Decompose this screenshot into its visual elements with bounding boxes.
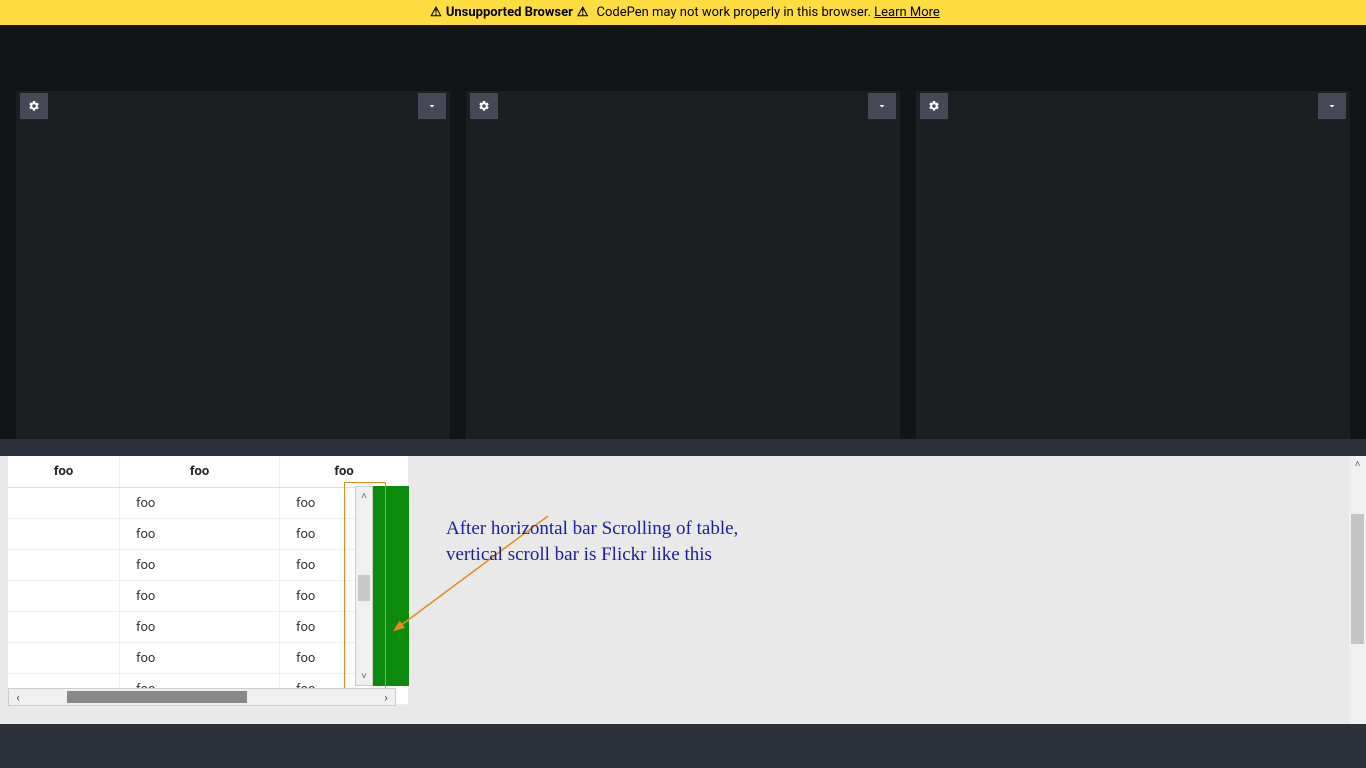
editor-body[interactable] bbox=[16, 121, 450, 439]
panel-collapse-button[interactable] bbox=[418, 93, 446, 119]
editor-panel-css bbox=[466, 91, 900, 439]
panel-collapse-button[interactable] bbox=[868, 93, 896, 119]
annotation-highlight-box bbox=[344, 482, 386, 692]
preview-pane: foo foo foo foo foo foo foo foo foo bbox=[0, 456, 1366, 724]
warning-icon: ⚠ bbox=[430, 5, 442, 20]
panel-collapse-button[interactable] bbox=[1318, 93, 1346, 119]
chevron-down-icon bbox=[1326, 100, 1338, 112]
table-cell bbox=[8, 643, 119, 674]
scroll-right-icon[interactable]: › bbox=[377, 691, 395, 704]
banner-title: Unsupported Browser bbox=[446, 5, 573, 20]
gear-icon bbox=[478, 100, 490, 112]
panel-settings-button[interactable] bbox=[920, 93, 948, 119]
table-cell: foo bbox=[120, 643, 279, 674]
unsupported-browser-banner: ⚠ Unsupported Browser ⚠ CodePen may not … bbox=[0, 0, 1366, 25]
table-cell bbox=[8, 519, 119, 550]
table-cell bbox=[8, 488, 119, 519]
table-cell: foo bbox=[120, 550, 279, 581]
gear-icon bbox=[928, 100, 940, 112]
editor-panel-js bbox=[916, 91, 1350, 439]
editor-panels bbox=[0, 91, 1366, 439]
table-header: foo bbox=[120, 456, 280, 487]
table-cell: foo bbox=[120, 612, 279, 643]
header-area bbox=[0, 25, 1366, 91]
table-cell: foo bbox=[120, 581, 279, 612]
scrollbar-thumb[interactable] bbox=[1351, 514, 1364, 644]
table-header: foo bbox=[8, 456, 120, 487]
editor-body[interactable] bbox=[466, 121, 900, 439]
annotation-text: After horizontal bar Scrolling of table,… bbox=[446, 516, 866, 567]
warning-icon: ⚠ bbox=[577, 5, 589, 20]
table-cell bbox=[8, 550, 119, 581]
panel-settings-button[interactable] bbox=[470, 93, 498, 119]
table-cell: foo bbox=[120, 519, 279, 550]
footer-bar bbox=[0, 724, 1366, 768]
chevron-down-icon bbox=[426, 100, 438, 112]
preview-vertical-scrollbar[interactable]: ˄ bbox=[1349, 456, 1366, 724]
horizontal-resize-handle[interactable] bbox=[0, 439, 1366, 456]
banner-message: CodePen may not work properly in this br… bbox=[597, 5, 940, 20]
learn-more-link[interactable]: Learn More bbox=[874, 5, 940, 20]
gear-icon bbox=[28, 100, 40, 112]
chevron-down-icon bbox=[876, 100, 888, 112]
scroll-up-icon[interactable]: ˄ bbox=[1349, 456, 1366, 473]
scrollbar-thumb[interactable] bbox=[67, 691, 247, 703]
table-cell: foo bbox=[120, 488, 279, 519]
panel-settings-button[interactable] bbox=[20, 93, 48, 119]
table-horizontal-scrollbar[interactable]: ‹ › bbox=[8, 688, 396, 706]
table-cell bbox=[8, 612, 119, 643]
table-cell bbox=[8, 581, 119, 612]
editor-panel-html bbox=[16, 91, 450, 439]
scroll-left-icon[interactable]: ‹ bbox=[9, 691, 27, 704]
editor-body[interactable] bbox=[916, 121, 1350, 439]
